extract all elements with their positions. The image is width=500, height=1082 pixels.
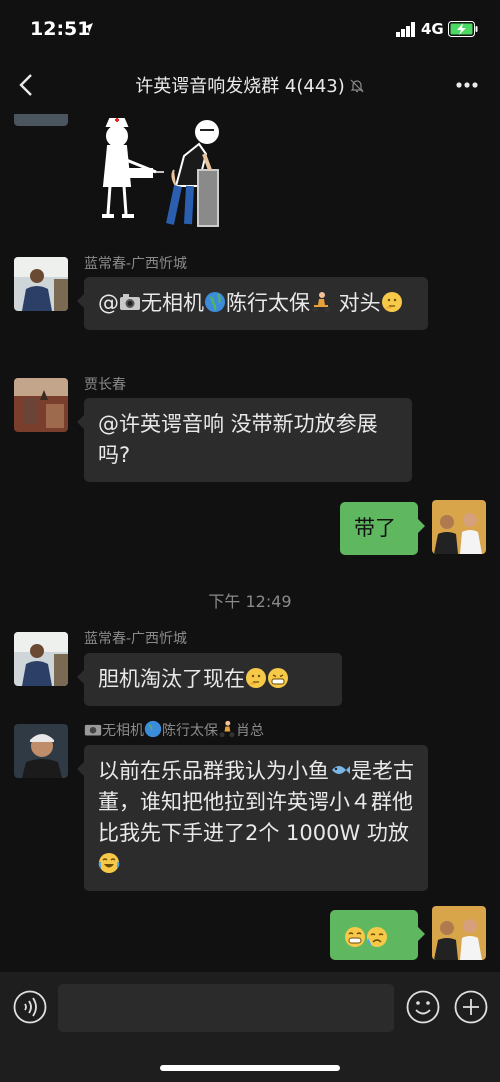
grimace-face-icon	[268, 668, 288, 688]
avatar[interactable]	[14, 114, 68, 126]
chat-area[interactable]: 蓝常春-广西忻城 @ 无相机 陈行太保 对头 贾长春 @许英谔音响 没带新功放参展吗…	[0, 114, 500, 972]
sender-name: 贾长春	[84, 377, 126, 393]
sticker-image[interactable]	[84, 114, 234, 232]
input-bar	[0, 972, 500, 1082]
sender-name: 蓝常春-广西忻城	[84, 256, 188, 272]
sender-name: 蓝常春-广西忻城	[84, 631, 188, 647]
home-indicator	[160, 1065, 340, 1071]
timestamp: 下午 12:49	[208, 592, 292, 611]
message-bubble[interactable]: @ 无相机 陈行太保 对头	[77, 277, 428, 330]
battery-charging-icon	[448, 21, 478, 37]
chat-title: 许英谔音响发烧群 4(443)	[0, 72, 500, 98]
chat-title-text: 许英谔音响发烧群 4(443)	[135, 76, 345, 97]
camera-icon	[84, 724, 102, 736]
globe-icon	[144, 720, 162, 738]
more-icon[interactable]	[448, 72, 486, 98]
location-arrow-icon	[83, 23, 93, 33]
mention-name: 无相机	[141, 291, 204, 315]
fish-icon	[332, 766, 350, 774]
status-bar: 12:51 4G	[0, 0, 500, 58]
message-bubble[interactable]: @许英谔音响 没带新功放参展吗?	[77, 398, 412, 482]
message-bubble[interactable]: 以前在乐品群我认为小鱼 是老古董，谁知把他拉到许英谔小４群他比我先下手进了2个 1…	[77, 745, 428, 891]
crying-face-icon	[367, 927, 387, 947]
message-input[interactable]	[58, 984, 394, 1032]
avatar[interactable]	[14, 378, 68, 432]
chat-header: 许英谔音响发烧群 4(443)	[0, 58, 500, 114]
scooter-person-icon	[312, 292, 330, 312]
tears-of-joy-icon	[98, 853, 120, 873]
plus-icon[interactable]	[454, 990, 488, 1024]
network-label: 4G	[421, 20, 444, 38]
voice-icon[interactable]	[13, 990, 47, 1024]
camera-icon	[120, 294, 140, 310]
sender-name: 无相机 陈行太保 肖总	[84, 720, 264, 740]
message-bubble[interactable]: 胆机淘汰了现在	[77, 653, 342, 706]
avatar[interactable]	[14, 632, 68, 686]
thinking-face-icon	[381, 292, 402, 312]
message-bubble-self[interactable]	[330, 910, 425, 960]
thinking-face-icon	[246, 668, 266, 688]
avatar[interactable]	[14, 257, 68, 311]
avatar-self[interactable]	[432, 500, 486, 554]
signal-icon	[396, 22, 415, 37]
avatar[interactable]	[14, 724, 68, 778]
message-bubble-self[interactable]: 带了	[340, 502, 425, 555]
grin-face-icon	[345, 927, 365, 947]
mute-icon	[350, 79, 364, 93]
scooter-person-icon	[219, 720, 235, 738]
avatar-self[interactable]	[432, 906, 486, 960]
globe-icon	[205, 292, 225, 312]
emoji-icon[interactable]	[406, 990, 440, 1024]
